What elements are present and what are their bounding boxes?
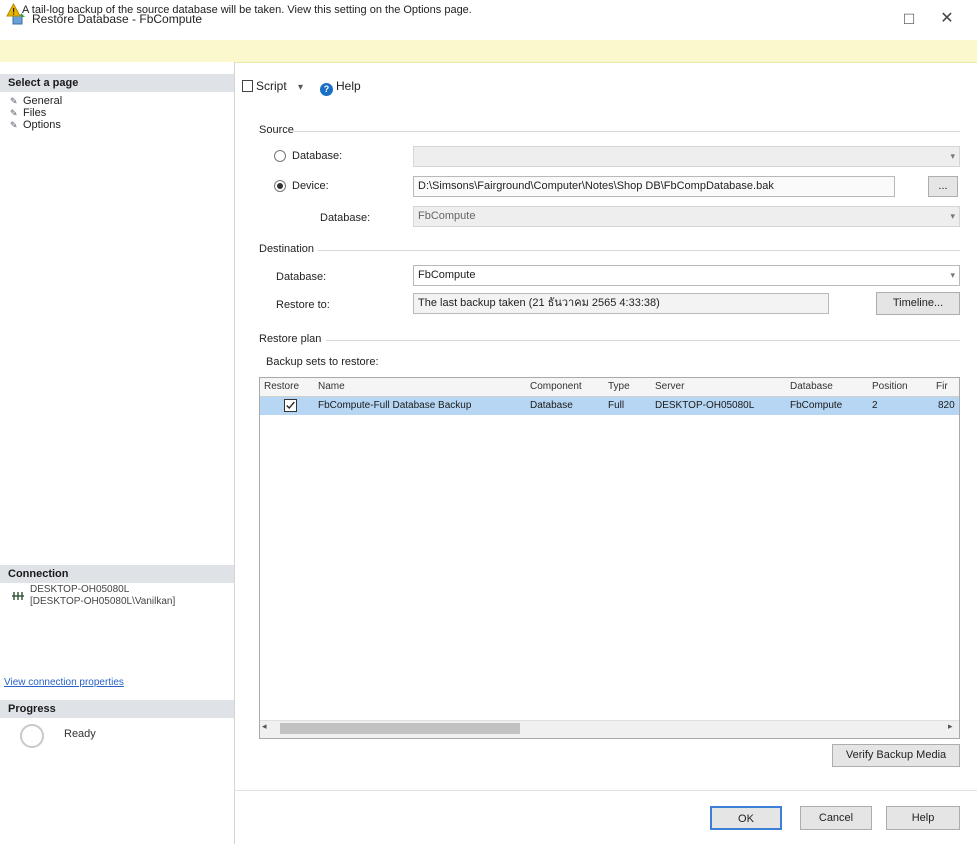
source-database-dropdown[interactable]: ▾	[413, 146, 960, 167]
help-icon: ?	[320, 83, 333, 96]
column-header-component[interactable]: Component	[530, 381, 582, 392]
connection-server: DESKTOP-OH05080L	[30, 584, 130, 595]
connection-header: Connection	[0, 565, 234, 583]
column-header-name[interactable]: Name	[318, 381, 345, 392]
help-button[interactable]: Help	[886, 806, 960, 830]
row-database: FbCompute	[790, 400, 843, 411]
wrench-icon: ✎	[10, 120, 18, 130]
column-header-first[interactable]: Fir	[936, 381, 948, 392]
restore-plan-section-label: Restore plan	[259, 333, 322, 345]
column-header-type[interactable]: Type	[608, 381, 630, 392]
device-radio[interactable]	[274, 180, 286, 192]
script-button[interactable]: Script ▾	[242, 79, 303, 93]
row-server: DESKTOP-OH05080L	[655, 400, 755, 411]
row-position: 2	[872, 400, 878, 411]
page-item-options[interactable]: ✎ Options	[10, 119, 61, 131]
row-name: FbCompute-Full Database Backup	[318, 400, 472, 411]
page-item-label: Options	[23, 119, 61, 131]
column-header-database[interactable]: Database	[790, 381, 833, 392]
database-radio-label: Database:	[292, 150, 343, 162]
source-divider	[292, 131, 960, 132]
restore-to-label: Restore to:	[276, 299, 330, 311]
wrench-icon: ✎	[10, 96, 18, 106]
scrollbar-thumb[interactable]	[280, 723, 520, 734]
destination-divider	[318, 250, 960, 251]
page-item-label: Files	[23, 107, 47, 119]
restore-plan-divider	[326, 340, 960, 341]
backup-sets-grid[interactable]	[259, 377, 960, 739]
destination-database-label: Database:	[276, 271, 327, 283]
backup-sets-label: Backup sets to restore:	[266, 356, 379, 368]
verify-backup-media-button[interactable]: Verify Backup Media	[832, 744, 960, 767]
wrench-icon: ✎	[10, 108, 18, 118]
cancel-button[interactable]: Cancel	[800, 806, 872, 830]
warning-icon	[6, 3, 21, 17]
source-database-sub-value: FbCompute	[418, 210, 476, 222]
warning-text: A tail-log backup of the source database…	[22, 4, 472, 16]
maximize-button[interactable]: ☐	[898, 8, 920, 30]
column-header-position[interactable]: Position	[872, 381, 908, 392]
select-page-header: Select a page	[0, 74, 234, 92]
device-radio-label: Device:	[292, 180, 329, 192]
script-icon	[242, 80, 253, 92]
ok-button[interactable]: OK	[710, 806, 782, 830]
column-header-server[interactable]: Server	[655, 381, 684, 392]
source-section-label: Source	[259, 124, 294, 136]
scroll-left-icon[interactable]: ◂	[262, 721, 267, 732]
destination-database-dropdown[interactable]: FbCompute ▾	[413, 265, 960, 286]
device-path-field[interactable]: D:\Simsons\Fairground\Computer\Notes\Sho…	[413, 176, 895, 197]
scroll-right-icon[interactable]: ▸	[948, 721, 953, 732]
restore-checkbox[interactable]	[284, 399, 297, 412]
destination-database-value: FbCompute	[418, 269, 476, 281]
chevron-down-icon: ▾	[950, 270, 955, 280]
source-database-sub-label: Database:	[320, 212, 371, 224]
warning-bar	[0, 40, 977, 63]
destination-section-label: Destination	[259, 243, 315, 255]
device-path-value: D:\Simsons\Fairground\Computer\Notes\Sho…	[418, 180, 774, 192]
page-item-general[interactable]: ✎ General	[10, 95, 62, 107]
timeline-button[interactable]: Timeline...	[876, 292, 960, 315]
script-dropdown-arrow[interactable]: ▾	[298, 82, 303, 93]
server-connection-icon	[12, 592, 24, 600]
device-browse-button[interactable]: ...	[928, 176, 958, 197]
row-first: 820	[938, 400, 955, 411]
column-header-restore[interactable]: Restore	[264, 381, 299, 392]
database-radio[interactable]	[274, 150, 286, 162]
chevron-down-icon: ▾	[950, 211, 955, 221]
progress-header: Progress	[0, 700, 234, 718]
row-type: Full	[608, 400, 625, 411]
row-component: Database	[530, 400, 573, 411]
page-item-label: General	[23, 95, 63, 107]
help-toolbar-button[interactable]: ? Help	[320, 79, 361, 96]
source-database-sub-dropdown[interactable]: FbCompute ▾	[413, 206, 960, 227]
help-label: Help	[336, 79, 361, 93]
progress-spinner-icon	[20, 724, 44, 748]
view-connection-properties-link[interactable]: View connection properties	[4, 677, 124, 688]
chevron-down-icon: ▾	[950, 151, 955, 161]
restore-to-field: The last backup taken (21 ธันวาคม 2565 4…	[413, 293, 829, 314]
page-item-files[interactable]: ✎ Files	[10, 107, 46, 119]
restore-to-value: The last backup taken (21 ธันวาคม 2565 4…	[418, 297, 660, 309]
footer-divider	[234, 790, 977, 791]
close-button[interactable]: ✕	[936, 8, 958, 30]
connection-user: [DESKTOP-OH05080L\Vanilkan]	[30, 596, 176, 607]
script-label: Script	[256, 79, 287, 93]
progress-status: Ready	[64, 728, 96, 740]
